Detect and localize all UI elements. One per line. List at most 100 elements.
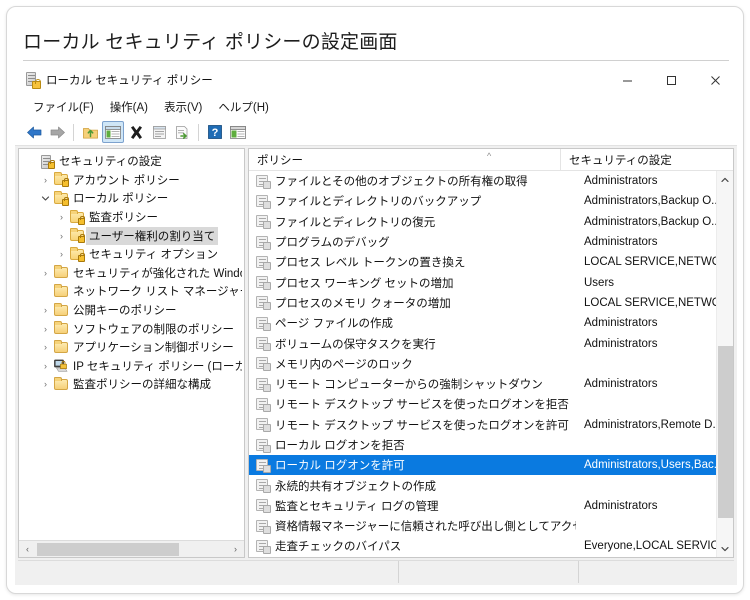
policy-item-icon (255, 255, 271, 270)
export-list-icon[interactable] (171, 121, 193, 143)
table-row[interactable]: プロセス ワーキング セットの増加 Users (249, 272, 716, 292)
chevron-right-icon[interactable]: › (54, 209, 69, 225)
chevron-right-icon[interactable]: › (38, 172, 53, 188)
row-policy-name: メモリ内のページのロック (275, 358, 413, 371)
chevron-right-icon[interactable]: › (38, 302, 53, 318)
tree-item-application-control-policies[interactable]: › アプリケーション制御ポリシー (19, 338, 244, 357)
folder-icon (53, 339, 69, 355)
table-row[interactable]: リモート デスクトップ サービスを使ったログオンを許可 Administrato… (249, 415, 716, 435)
policy-lock-icon (24, 72, 41, 89)
tree-item-label: ローカル ポリシー (73, 193, 169, 206)
table-row[interactable]: ページ ファイルの作成 Administrators (249, 313, 716, 333)
toolbar-separator-2 (198, 123, 199, 141)
row-policy-name: プロセス ワーキング セットの増加 (275, 277, 454, 290)
row-security-setting: Administrators (584, 317, 658, 330)
tree-item-label: アプリケーション制御ポリシー (73, 342, 234, 355)
table-row[interactable]: ファイルとその他のオブジェクトの所有権の取得 Administrators (249, 171, 716, 191)
table-row[interactable]: 永続的共有オブジェクトの作成 (249, 475, 716, 495)
tree-item-windows-defender-firewall[interactable]: › セキュリティが強化された Windows Defen (19, 264, 244, 283)
list-vscroll-thumb[interactable] (718, 346, 733, 518)
tree-item-public-key-policies[interactable]: › 公開キーのポリシー (19, 301, 244, 320)
statusbar (18, 560, 734, 583)
svg-text:?: ? (212, 127, 219, 139)
tree-item-label: ソフトウェアの制限のポリシー (73, 323, 234, 336)
forward-arrow-icon[interactable] (46, 121, 68, 143)
minimize-icon[interactable] (605, 65, 649, 95)
column-header-policy[interactable]: ポリシー ^ (249, 149, 560, 171)
list-vertical-scrollbar[interactable] (716, 171, 733, 557)
window-view-icon[interactable] (227, 121, 249, 143)
table-row[interactable]: 資格情報マネージャーに信頼された呼び出し側としてアクセス (249, 516, 716, 536)
tree-item-security-settings[interactable]: セキュリティの設定 (19, 152, 244, 171)
tree-hscroll-thumb[interactable] (37, 543, 179, 556)
delete-icon[interactable] (125, 121, 147, 143)
chevron-right-icon[interactable]: › (227, 541, 244, 558)
table-row[interactable]: プロセスのメモリ クォータの増加 LOCAL SERVICE,NETWOR... (249, 293, 716, 313)
tree-item-audit-policy[interactable]: › 監査ポリシー (19, 208, 244, 227)
chevron-right-icon[interactable]: › (38, 321, 53, 337)
table-row[interactable]: プロセス レベル トークンの置き換え LOCAL SERVICE,NETWOR.… (249, 252, 716, 272)
tree-item-advanced-audit-policy-configuration[interactable]: › 監査ポリシーの詳細な構成 (19, 375, 244, 394)
table-row[interactable]: リモート デスクトップ サービスを使ったログオンを拒否 (249, 394, 716, 414)
tree-item-user-rights-assignment[interactable]: › ユーザー権利の割り当て (19, 226, 244, 245)
close-icon[interactable] (693, 65, 737, 95)
table-row[interactable]: 走査チェックのバイパス Everyone,LOCAL SERVICE,... (249, 536, 716, 556)
column-header-policy-label: ポリシー (257, 154, 303, 167)
tree-item-ip-security-policies[interactable]: › IP セキュリティ ポリシー (ローカル コンピューター (19, 357, 244, 376)
chevron-right-icon[interactable]: › (38, 265, 53, 281)
chevron-left-icon[interactable]: ‹ (19, 541, 36, 558)
window-controls (605, 65, 737, 95)
tree-item-network-list-manager-policies[interactable]: ネットワーク リスト マネージャー ポリシー (19, 282, 244, 301)
help-icon[interactable]: ? (204, 121, 226, 143)
chevron-right-icon[interactable]: › (54, 246, 69, 262)
maximize-icon[interactable] (649, 65, 693, 95)
row-security-setting: LOCAL SERVICE,NETWOR... (584, 296, 716, 309)
column-header-security-setting[interactable]: セキュリティの設定 (560, 148, 733, 171)
tree-horizontal-scrollbar[interactable]: ‹ › (19, 540, 244, 557)
table-row[interactable]: リモート コンピューターからの強制シャットダウン Administrators (249, 374, 716, 394)
table-row[interactable]: ボリュームの保守タスクを実行 Administrators (249, 333, 716, 353)
table-row-selected[interactable]: ローカル ログオンを許可 Administrators,Users,Bac... (249, 455, 716, 476)
chevron-down-icon[interactable] (38, 190, 53, 206)
show-tree-icon[interactable] (102, 121, 124, 143)
row-policy-name: 資格情報マネージャーに信頼された呼び出し側としてアクセス (275, 521, 576, 534)
menu-help[interactable]: ヘルプ(H) (210, 96, 276, 118)
properties-icon[interactable] (148, 121, 170, 143)
policy-item-icon (255, 356, 271, 372)
tree-item-security-options[interactable]: › セキュリティ オプション (19, 245, 244, 264)
row-policy-name: リモート コンピューターからの強制シャットダウン (275, 379, 543, 392)
menu-file[interactable]: ファイル(F) (25, 96, 102, 118)
tree-item-local-policies[interactable]: ローカル ポリシー (19, 189, 244, 208)
back-arrow-icon[interactable] (23, 121, 45, 143)
table-row[interactable]: ファイルとディレクトリの復元 Administrators,Backup O..… (249, 212, 716, 232)
tree-item-account-policies[interactable]: › アカウント ポリシー (19, 171, 244, 190)
policy-item-icon (255, 397, 271, 412)
toolbar-separator (73, 123, 74, 141)
chevron-right-icon[interactable]: › (54, 228, 69, 244)
tree-expander-none (38, 283, 53, 299)
tree-item-label: 監査ポリシーの詳細な構成 (73, 379, 211, 392)
table-row[interactable]: プログラムのデバッグ Administrators (249, 232, 716, 252)
chevron-right-icon[interactable]: › (38, 376, 53, 392)
row-security-setting: Everyone,LOCAL SERVICE,... (584, 540, 716, 553)
chevron-down-icon[interactable] (717, 540, 734, 557)
chevron-right-icon[interactable]: › (38, 339, 53, 355)
heading-divider (23, 60, 729, 61)
folder-icon (53, 283, 69, 299)
chevron-right-icon[interactable]: › (38, 358, 53, 374)
menu-action[interactable]: 操作(A) (102, 96, 156, 118)
tree-item-software-restriction-policies[interactable]: › ソフトウェアの制限のポリシー (19, 319, 244, 338)
row-security-setting: Administrators,Remote D... (584, 418, 716, 431)
table-row[interactable]: 監査とセキュリティ ログの管理 Administrators (249, 496, 716, 516)
table-row[interactable]: メモリ内のページのロック (249, 354, 716, 374)
row-policy-name: リモート デスクトップ サービスを使ったログオンを拒否 (275, 399, 569, 412)
tree-item-label: 公開キーのポリシー (73, 305, 177, 318)
list-column-headers: ポリシー ^ セキュリティの設定 (249, 148, 733, 171)
up-folder-icon[interactable] (79, 121, 101, 143)
table-row[interactable]: ローカル ログオンを拒否 (249, 435, 716, 455)
table-row[interactable]: ファイルとディレクトリのバックアップ Administrators,Backup… (249, 191, 716, 211)
chevron-up-icon[interactable] (717, 171, 734, 188)
tree-item-label: ユーザー権利の割り当て (86, 226, 219, 245)
menu-view[interactable]: 表示(V) (156, 96, 210, 118)
window-titlebar: ローカル セキュリティ ポリシー (15, 65, 737, 95)
